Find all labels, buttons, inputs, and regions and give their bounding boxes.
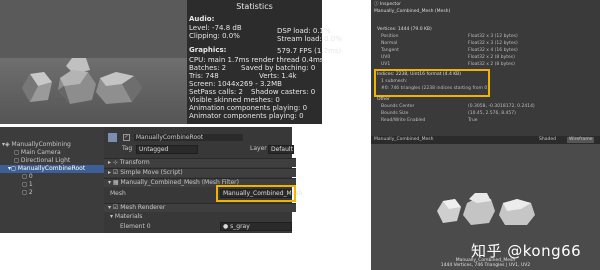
- object-name-field[interactable]: ManuallyCombineRoot: [133, 134, 244, 141]
- materials-header[interactable]: ▾ Materials: [110, 213, 142, 221]
- highlight-box: [374, 69, 490, 97]
- screen: Screen: 1044x269 - 3.2MB: [189, 80, 282, 88]
- other-header: Other: [377, 97, 390, 102]
- stream-load: Stream load: 0.0%: [277, 35, 342, 43]
- attr-name: UV1: [381, 62, 391, 67]
- verts: Verts: 1.4k: [259, 72, 297, 80]
- attr-format: Float32 x 2 (8 bytes): [468, 55, 515, 60]
- element-0-field[interactable]: ● s_gray: [220, 222, 292, 231]
- game-view: Statistics Audio: Level: -74.8 dB Clippi…: [0, 0, 342, 124]
- bounds-center-value: (0.3058, -0.3018172, 0.2414): [468, 104, 535, 109]
- gameobject-icon: ◻: [22, 173, 29, 180]
- visible-skinned-meshes: Visible skinned meshes: 0: [189, 96, 280, 104]
- shadow-casters: Shadow casters: 0: [251, 88, 316, 96]
- shaded-dropdown[interactable]: Shaded: [539, 136, 556, 144]
- attr-format: Float32 x 2 (8 bytes): [468, 62, 515, 67]
- layer-dropdown[interactable]: Default: [268, 145, 294, 154]
- batches: Batches: 2: [189, 64, 227, 72]
- gameobject-icon: ◻: [22, 181, 29, 188]
- fps: 579.7 FPS (1.7ms): [277, 47, 342, 55]
- hierarchy-item-directional-light[interactable]: ◻ Directional Light: [14, 157, 70, 165]
- readwrite-value: True: [468, 118, 478, 123]
- chevron-right-icon: ▸ ⊹: [108, 159, 120, 166]
- bounds-size-value: (10.45, 2.576, 8.457): [468, 111, 516, 116]
- audio-header: Audio:: [189, 15, 215, 23]
- attr-name: Position: [381, 34, 399, 39]
- cpu-time: CPU: main 1.7ms render thread 0.4ms: [189, 56, 324, 64]
- attr-format: Float32 x 3 (12 bytes): [468, 41, 518, 46]
- inspector-tab[interactable]: ⓘ Inspector: [374, 2, 401, 7]
- vertices-header: Vertices: 1444 (79.0 KB): [377, 27, 432, 32]
- mesh-label: Mesh: [110, 190, 126, 197]
- animator-components: Animator components playing: 0: [189, 112, 304, 120]
- hierarchy-item-child-1[interactable]: ◻ 1: [22, 181, 33, 189]
- animation-components: Animation components playing: 0: [189, 104, 308, 112]
- hierarchy-item-combine-root[interactable]: ▾◻ ManuallyCombineRoot: [0, 165, 104, 173]
- tag-row: Tag Untagged: [122, 145, 198, 154]
- mesh-inspector: ⓘ Inspector Manually_Combined_Mesh (Mesh…: [371, 0, 600, 270]
- tris: Tris: 748: [189, 72, 219, 80]
- mesh-filter-icon: ▾ ▦: [108, 179, 121, 186]
- attr-name: Normal: [381, 41, 398, 46]
- component-transform[interactable]: ▸ ⊹ Transform: [104, 158, 296, 167]
- chevron-down-icon: ▾◻: [8, 165, 18, 172]
- attr-name: Tangent: [381, 48, 399, 53]
- dsp-load: DSP load: 0.1%: [277, 27, 331, 35]
- graphics-header: Graphics:: [189, 46, 227, 54]
- hierarchy-panel: ▾◈ ManuallyCombining ◻ Main Camera ◻ Dir…: [0, 127, 104, 233]
- component-mesh-renderer[interactable]: ▾ ☑ Mesh Renderer: [104, 203, 296, 212]
- preview-title: Manually_Combined_Mesh: [374, 137, 434, 142]
- hierarchy-item-child-2[interactable]: ◻ 2: [22, 189, 33, 197]
- attr-name: UV0: [381, 55, 391, 60]
- hierarchy-item-child-0[interactable]: ◻ 0: [22, 173, 33, 181]
- stats-title: Statistics: [236, 2, 273, 11]
- statistics-overlay: Statistics Audio: Level: -74.8 dB Clippi…: [187, 0, 342, 124]
- hierarchy-scene[interactable]: ▾◈ ManuallyCombining: [2, 141, 104, 149]
- gameobject-icon: ◻: [14, 149, 21, 156]
- wireframe-toggle[interactable]: Wireframe: [567, 137, 595, 143]
- mesh-preview-model: [437, 193, 535, 225]
- component-inspector: ✓ ManuallyCombineRoot Tag Untagged Layer…: [104, 127, 302, 233]
- active-checkbox[interactable]: ✓: [122, 134, 130, 141]
- audio-clipping: Clipping: 0.0%: [189, 32, 240, 40]
- mesh-preview[interactable]: 知乎 @kong66 Manually_Combined_Mesh 1444 V…: [371, 144, 600, 270]
- layer-row: Layer Default: [250, 145, 294, 154]
- readwrite-label: Read/Write Enabled: [381, 118, 426, 123]
- object-header: ✓ ManuallyCombineRoot: [108, 133, 292, 142]
- mesh-renderer-icon: ▾ ☑: [108, 204, 121, 211]
- script-icon: ▸ ☑: [108, 169, 121, 176]
- highlight-box: [216, 185, 296, 202]
- bounds-center-label: Bounds Center: [381, 104, 415, 109]
- hierarchy-item-main-camera[interactable]: ◻ Main Camera: [14, 149, 61, 157]
- saved-by-batching: Saved by batching: 0: [241, 64, 316, 72]
- bounds-size-label: Bounds Size: [381, 111, 409, 116]
- tag-dropdown[interactable]: Untagged: [136, 145, 198, 154]
- setpass-calls: SetPass calls: 2: [189, 88, 243, 96]
- preview-caption-stats: 1444 Vertices, 746 Triangles | UV1, UV2: [440, 263, 531, 268]
- gameobject-icon: ◻: [22, 189, 29, 196]
- component-simple-move[interactable]: ▸ ☑ Simple Move (Script): [104, 168, 296, 177]
- audio-level: Level: -74.8 dB: [189, 24, 242, 32]
- rock-models: [22, 58, 142, 104]
- attr-format: Float32 x 4 (16 bytes): [468, 48, 518, 53]
- asset-title: Manually_Combined_Mesh (Mesh): [374, 9, 451, 14]
- attr-format: Float32 x 3 (12 bytes): [468, 34, 518, 39]
- cube-icon: [108, 133, 117, 142]
- scene-icon: ▾◈: [2, 141, 12, 148]
- preview-toolbar: Manually_Combined_Mesh Shaded Wireframe: [371, 136, 600, 144]
- element-0-label: Element 0: [120, 223, 151, 230]
- gameobject-icon: ◻: [14, 157, 21, 164]
